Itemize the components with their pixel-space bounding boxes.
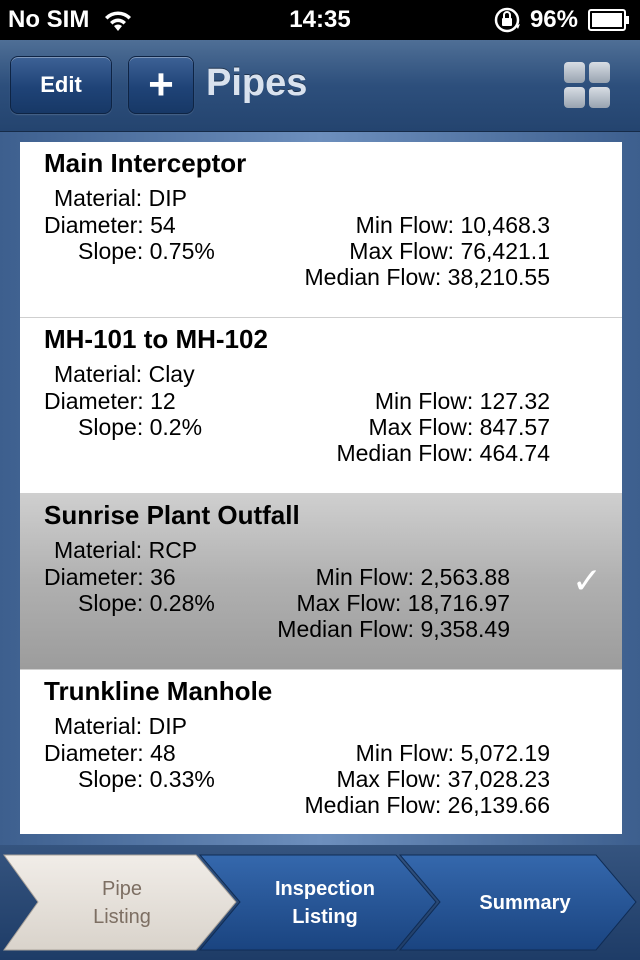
tab-inspection-listing-label: Inspection Listing — [250, 875, 400, 931]
pipe-min-flow: Min Flow: 127.32 — [374, 388, 550, 414]
pipe-name: MH-101 to MH-102 — [44, 324, 268, 354]
pipe-slope: Slope: 0.33% — [78, 766, 215, 792]
pipe-row-selected[interactable]: Sunrise Plant Outfall Material: RCP Diam… — [20, 494, 622, 670]
pipe-max-flow: Max Flow: 847.57 — [368, 414, 550, 440]
pipe-median-flow: Median Flow: 9,358.49 — [277, 616, 510, 642]
pipe-median-flow: Median Flow: 464.74 — [336, 440, 550, 466]
battery-percent: 96% — [529, 6, 578, 33]
pipe-diameter: Diameter: 36 — [44, 564, 176, 590]
pipe-row[interactable]: MH-101 to MH-102 Material: Clay Diameter… — [20, 318, 622, 494]
grid-square — [589, 87, 610, 108]
tab-summary-label: Summary — [479, 892, 571, 914]
pipe-slope: Slope: 0.75% — [78, 238, 215, 264]
grid-view-icon[interactable] — [564, 62, 612, 110]
pipe-material: Material: RCP — [54, 537, 198, 563]
pipe-name: Main Interceptor — [44, 148, 247, 178]
pipe-material: Material: DIP — [54, 185, 187, 211]
grid-square — [564, 87, 585, 108]
pipe-min-flow: Min Flow: 10,468.3 — [355, 212, 550, 238]
battery-icon — [588, 9, 629, 31]
grid-square — [589, 62, 610, 83]
tab-pipe-listing-label: Pipe Listing — [52, 875, 192, 931]
pipe-diameter: Diameter: 54 — [44, 212, 176, 238]
pipe-min-flow: Min Flow: 2,563.88 — [315, 564, 510, 590]
tab-label-line: Listing — [292, 906, 358, 928]
pipe-median-flow: Median Flow: 38,210.55 — [304, 264, 551, 290]
grid-square — [564, 62, 585, 83]
add-pipe-button[interactable]: + — [128, 56, 194, 114]
checkmark-icon: ✓ — [571, 560, 602, 601]
tab-label-line: Pipe — [101, 878, 143, 900]
pipe-name: Trunkline Manhole — [44, 676, 273, 706]
tab-label-line: Inspection — [274, 878, 375, 900]
pipe-row[interactable]: Main Interceptor Material: DIP Diameter:… — [20, 142, 622, 318]
pipe-diameter: Diameter: 12 — [44, 388, 176, 414]
pipe-max-flow: Max Flow: 18,716.97 — [296, 590, 510, 616]
pipe-slope: Slope: 0.2% — [78, 414, 203, 440]
pipe-material: Material: Clay — [54, 361, 195, 387]
workflow-tab-bar: Pipe Listing Inspection Listing Summary — [0, 845, 640, 960]
pipe-row[interactable]: Trunkline Manhole Material: DIP Diameter… — [20, 670, 622, 834]
pipe-material: Material: DIP — [54, 713, 187, 739]
navigation-bar: Edit + Pipes — [0, 40, 640, 132]
status-bar: No SIM 14:35 96% — [0, 0, 640, 40]
pipe-name: Sunrise Plant Outfall — [44, 500, 300, 530]
tab-label-line: Listing — [93, 906, 151, 928]
orientation-lock-icon — [494, 7, 520, 33]
pipe-max-flow: Max Flow: 76,421.1 — [349, 238, 550, 264]
pipe-slope: Slope: 0.28% — [78, 590, 215, 616]
pipe-min-flow: Min Flow: 5,072.19 — [355, 740, 550, 766]
pipe-max-flow: Max Flow: 37,028.23 — [336, 766, 550, 792]
pipe-list: Main Interceptor Material: DIP Diameter:… — [20, 142, 622, 834]
status-right: 96% — [492, 6, 630, 34]
content-area: Main Interceptor Material: DIP Diameter:… — [0, 132, 640, 845]
edit-button[interactable]: Edit — [10, 56, 112, 114]
pipe-median-flow: Median Flow: 26,139.66 — [304, 792, 551, 818]
pipe-diameter: Diameter: 48 — [44, 740, 176, 766]
page-title: Pipes — [206, 62, 308, 104]
